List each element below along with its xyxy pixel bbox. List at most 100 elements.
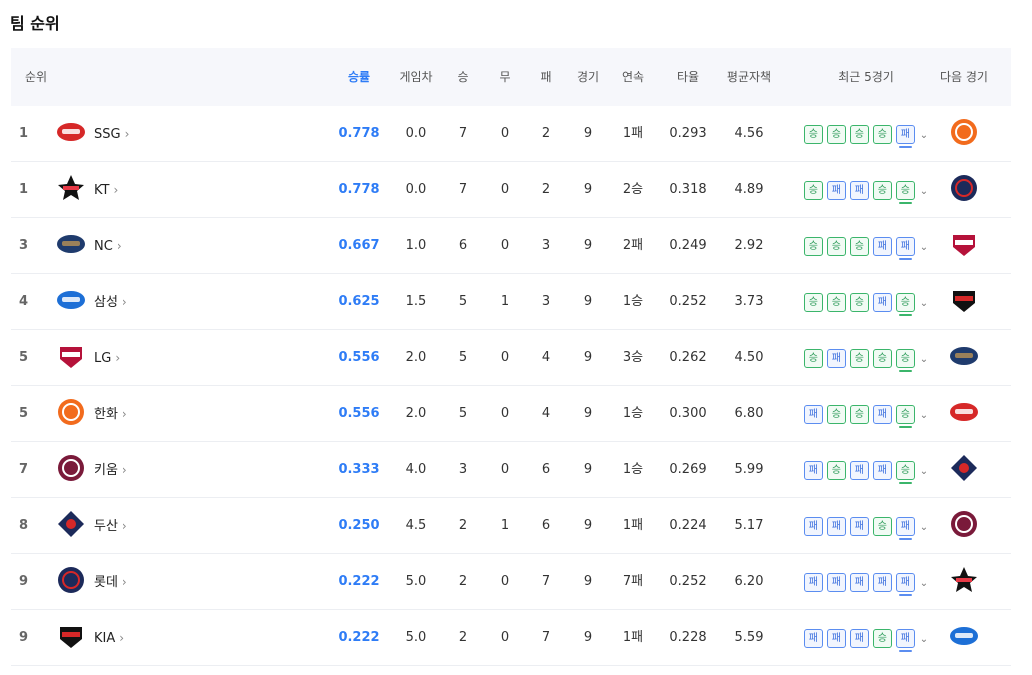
header-games-behind[interactable]: 게임차 — [396, 48, 436, 106]
recent-result-badge: 승 — [872, 348, 892, 368]
games-cell: 9 — [583, 350, 593, 365]
streak-cell: 1승 — [622, 462, 644, 477]
rank-cell: 9 — [19, 630, 29, 645]
lg-twins-logo — [51, 330, 91, 386]
batting-avg-cell: 0.262 — [669, 350, 707, 365]
wins-cell: 2 — [458, 574, 468, 589]
games-cell: 9 — [583, 294, 593, 309]
win-pct-cell: 0.556 — [338, 406, 380, 421]
next-opponent-heroes-logo[interactable] — [936, 498, 992, 554]
team-name-link[interactable]: LG › — [94, 330, 174, 386]
losses-cell: 2 — [541, 182, 551, 197]
header-wins[interactable]: 승 — [451, 48, 475, 106]
header-win-pct[interactable]: 승률 — [329, 48, 389, 106]
draws-cell: 0 — [500, 350, 510, 365]
wins-cell: 3 — [458, 462, 468, 477]
header-losses[interactable]: 패 — [534, 48, 558, 106]
games-cell: 9 — [583, 238, 593, 253]
batting-avg-cell: 0.252 — [669, 294, 707, 309]
team-name-link[interactable]: KIA › — [94, 610, 174, 666]
chevron-down-icon[interactable]: ⌄ — [920, 388, 928, 444]
recent-result-badge: 승 — [826, 460, 846, 480]
chevron-down-icon[interactable]: ⌄ — [920, 276, 928, 332]
team-name: 삼성 — [94, 295, 118, 310]
recent-5-cell: 패 승 승 패 승 ⌄ — [796, 386, 936, 442]
era-cell: 4.89 — [734, 182, 764, 197]
recent-5-cell: 패 패 패 패 패 ⌄ — [796, 554, 936, 610]
wins-cell: 2 — [458, 630, 468, 645]
win-pct-cell: 0.556 — [338, 350, 380, 365]
team-name-link[interactable]: KT › — [94, 162, 174, 218]
losses-cell: 4 — [541, 350, 551, 365]
next-opponent-dinos-logo[interactable] — [936, 330, 992, 386]
recent-result-badge: 승 — [803, 348, 823, 368]
team-name-link[interactable]: 키움 › — [94, 442, 174, 498]
chevron-down-icon[interactable]: ⌄ — [920, 556, 928, 612]
team-name-link[interactable]: 삼성 › — [94, 274, 174, 330]
team-name-link[interactable]: SSG › — [94, 106, 174, 162]
losses-cell: 7 — [541, 574, 551, 589]
header-recent-5: 최근 5경기 — [838, 70, 894, 84]
recent-5-cell: 승 승 승 패 패 ⌄ — [796, 218, 936, 274]
chevron-down-icon[interactable]: ⌄ — [920, 500, 928, 556]
team-name-link[interactable]: 두산 › — [94, 498, 174, 554]
batting-avg-cell: 0.224 — [669, 518, 707, 533]
recent-result-badge: 패 — [895, 124, 915, 148]
recent-result-badge: 승 — [895, 460, 915, 484]
chevron-down-icon[interactable]: ⌄ — [920, 612, 928, 668]
draws-cell: 0 — [500, 406, 510, 421]
draws-cell: 0 — [500, 238, 510, 253]
kt-wiz-logo — [51, 162, 91, 218]
chevron-down-icon[interactable]: ⌄ — [920, 332, 928, 388]
era-cell: 5.99 — [734, 462, 764, 477]
next-opponent-tigers-logo[interactable] — [936, 274, 992, 330]
team-name-link[interactable]: 롯데 › — [94, 554, 174, 610]
team-name-link[interactable]: 한화 › — [94, 386, 174, 442]
next-opponent-giants-logo[interactable] — [936, 162, 992, 218]
era-cell: 4.50 — [734, 350, 764, 365]
header-streak[interactable]: 연속 — [616, 48, 650, 106]
next-opponent-lions-logo[interactable] — [936, 610, 992, 666]
era-cell: 6.80 — [734, 406, 764, 421]
games-behind-cell: 1.5 — [405, 294, 427, 309]
chevron-down-icon[interactable]: ⌄ — [920, 444, 928, 500]
wins-cell: 2 — [458, 518, 468, 533]
next-opponent-wiz-logo[interactable] — [936, 554, 992, 610]
recent-result-badge: 패 — [803, 572, 823, 592]
chevron-right-icon: › — [121, 575, 127, 589]
next-opponent-bears-logo[interactable] — [936, 442, 992, 498]
team-name: 롯데 — [94, 575, 118, 590]
header-draws[interactable]: 무 — [493, 48, 517, 106]
next-opponent-eagles-logo[interactable] — [936, 106, 992, 162]
rank-cell: 1 — [19, 182, 29, 197]
streak-cell: 1승 — [622, 406, 644, 421]
wins-cell: 7 — [458, 182, 468, 197]
team-name: SSG — [94, 127, 121, 142]
chevron-down-icon[interactable]: ⌄ — [920, 164, 928, 220]
chevron-right-icon: › — [121, 463, 127, 477]
recent-result-badge: 승 — [895, 292, 915, 316]
header-era[interactable]: 평균자책 — [721, 48, 777, 106]
recent-result-badge: 패 — [849, 572, 869, 592]
team-name-link[interactable]: NC › — [94, 218, 174, 274]
header-rank[interactable]: 순위 — [25, 48, 49, 106]
ssg-landers-logo — [51, 106, 91, 162]
games-behind-cell: 2.0 — [405, 406, 427, 421]
recent-result-badge: 패 — [872, 460, 892, 480]
team-name: LG — [94, 351, 112, 366]
next-opponent-twins-logo[interactable] — [936, 218, 992, 274]
recent-result-badge: 승 — [849, 404, 869, 424]
header-batting-avg[interactable]: 타율 — [666, 48, 710, 106]
rank-cell: 5 — [19, 406, 29, 421]
win-pct-cell: 0.625 — [338, 294, 380, 309]
next-opponent-landers-logo[interactable] — [936, 386, 992, 442]
recent-5-cell: 승 승 승 패 승 ⌄ — [796, 274, 936, 330]
chevron-down-icon[interactable]: ⌄ — [920, 220, 928, 276]
chevron-down-icon[interactable]: ⌄ — [920, 108, 928, 164]
recent-result-badge: 승 — [826, 404, 846, 424]
batting-avg-cell: 0.252 — [669, 574, 707, 589]
recent-result-badge: 승 — [872, 124, 892, 144]
rank-cell: 9 — [19, 574, 29, 589]
header-games[interactable]: 경기 — [576, 48, 600, 106]
recent-5-cell: 패 패 패 승 패 ⌄ — [796, 498, 936, 554]
